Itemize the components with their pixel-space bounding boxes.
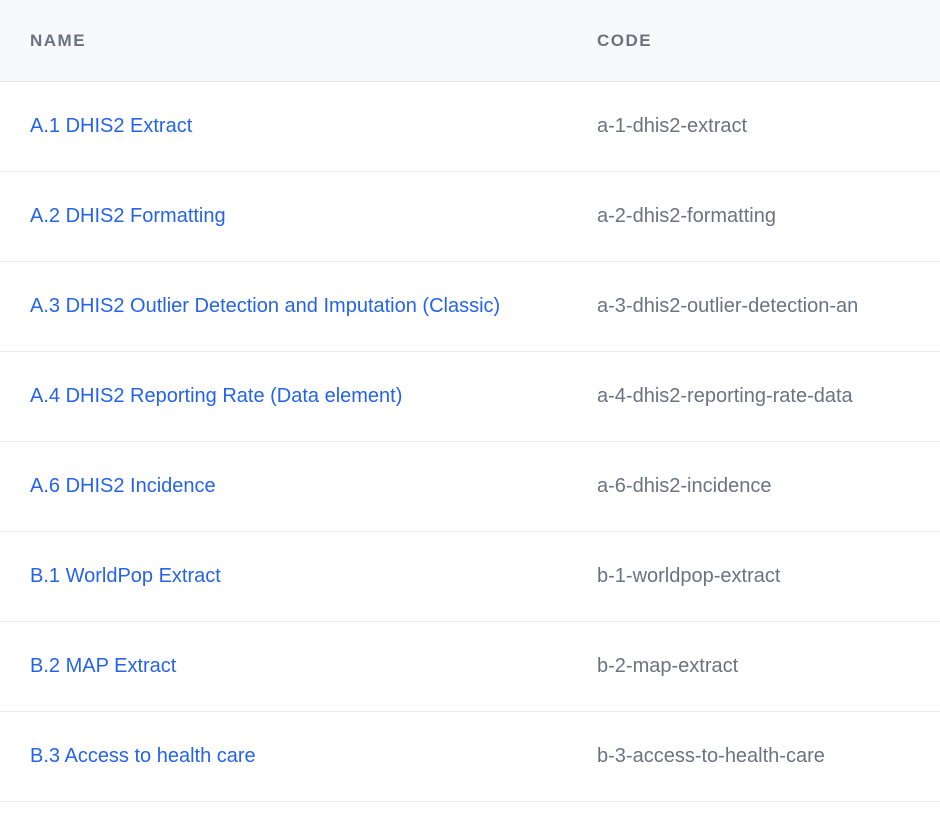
pipeline-code: b-1-worldpop-extract (597, 565, 780, 587)
pipeline-name-link[interactable]: B.3 Access to health care (30, 745, 256, 767)
pipeline-name-link[interactable]: B.1 WorldPop Extract (30, 565, 221, 587)
pipeline-name-link[interactable]: A.4 DHIS2 Reporting Rate (Data element) (30, 385, 402, 407)
code-cell: a-3-dhis2-outlier-detection-an (597, 295, 940, 318)
code-cell: a-6-dhis2-incidence (597, 475, 940, 498)
column-header-code: CODE (597, 31, 652, 50)
table-row: A.6 DHIS2 Incidence a-6-dhis2-incidence (0, 442, 940, 532)
code-cell: b-1-worldpop-extract (597, 565, 940, 588)
code-cell: a-4-dhis2-reporting-rate-data (597, 385, 940, 408)
pipeline-code: a-6-dhis2-incidence (597, 475, 772, 497)
pipeline-code: b-2-map-extract (597, 655, 738, 677)
pipeline-name-link[interactable]: A.3 DHIS2 Outlier Detection and Imputati… (30, 295, 500, 317)
table-row: B.2 MAP Extract b-2-map-extract (0, 622, 940, 712)
header-cell-name: NAME (0, 31, 597, 51)
table-row: B.1 WorldPop Extract b-1-worldpop-extrac… (0, 532, 940, 622)
pipeline-code: a-1-dhis2-extract (597, 115, 747, 137)
name-cell: B.1 WorldPop Extract (0, 565, 597, 588)
header-cell-code: CODE (597, 31, 940, 51)
pipelines-table: NAME CODE A.1 DHIS2 Extract a-1-dhis2-ex… (0, 0, 940, 814)
name-cell: A.1 DHIS2 Extract (0, 115, 597, 138)
table-header-row: NAME CODE (0, 0, 940, 82)
name-cell: A.3 DHIS2 Outlier Detection and Imputati… (0, 295, 597, 318)
column-header-name: NAME (30, 31, 86, 50)
code-cell: a-1-dhis2-extract (597, 115, 940, 138)
pipeline-code: a-4-dhis2-reporting-rate-data (597, 385, 853, 407)
code-cell: b-3-access-to-health-care (597, 745, 940, 768)
pipeline-code: a-2-dhis2-formatting (597, 205, 776, 227)
table-row: B.3 Access to health care b-3-access-to-… (0, 712, 940, 802)
pipeline-name-link[interactable]: B.2 MAP Extract (30, 655, 176, 677)
pipeline-name-link[interactable]: A.6 DHIS2 Incidence (30, 475, 216, 497)
name-cell: B.3 Access to health care (0, 745, 597, 768)
table-row: A.2 DHIS2 Formatting a-2-dhis2-formattin… (0, 172, 940, 262)
pipeline-name-link[interactable]: A.1 DHIS2 Extract (30, 115, 192, 137)
name-cell: A.6 DHIS2 Incidence (0, 475, 597, 498)
table-row: A.1 DHIS2 Extract a-1-dhis2-extract (0, 82, 940, 172)
pipeline-code: a-3-dhis2-outlier-detection-an (597, 295, 858, 317)
name-cell: A.2 DHIS2 Formatting (0, 205, 597, 228)
code-cell: a-2-dhis2-formatting (597, 205, 940, 228)
pipeline-code: b-3-access-to-health-care (597, 745, 825, 767)
pipeline-name-link[interactable]: A.2 DHIS2 Formatting (30, 205, 226, 227)
name-cell: A.4 DHIS2 Reporting Rate (Data element) (0, 385, 597, 408)
table-row: A.3 DHIS2 Outlier Detection and Imputati… (0, 262, 940, 352)
name-cell: B.2 MAP Extract (0, 655, 597, 678)
table-row: A.4 DHIS2 Reporting Rate (Data element) … (0, 352, 940, 442)
code-cell: b-2-map-extract (597, 655, 940, 678)
